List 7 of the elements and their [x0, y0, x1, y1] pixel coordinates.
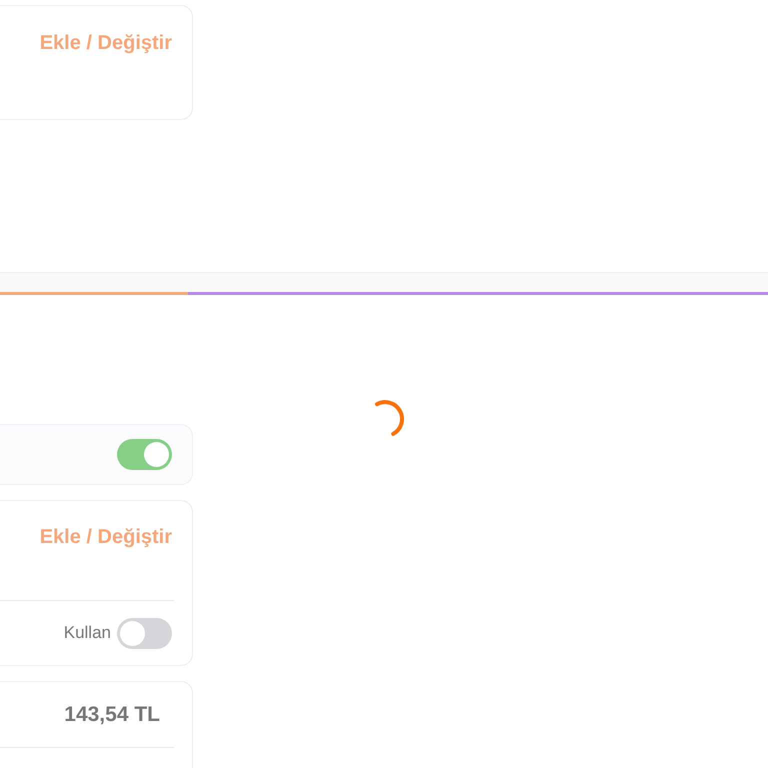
add-change-link[interactable]: Ekle / Değiştir [40, 527, 172, 547]
add-change-link[interactable]: Ekle / Değiştir [40, 33, 172, 53]
toggle-switch[interactable] [117, 439, 172, 470]
toggle-switch[interactable] [117, 618, 172, 648]
loading-spinner-icon [375, 400, 404, 436]
total-amount: 143,54 TL [64, 702, 160, 728]
use-label: Kullan [64, 622, 111, 644]
